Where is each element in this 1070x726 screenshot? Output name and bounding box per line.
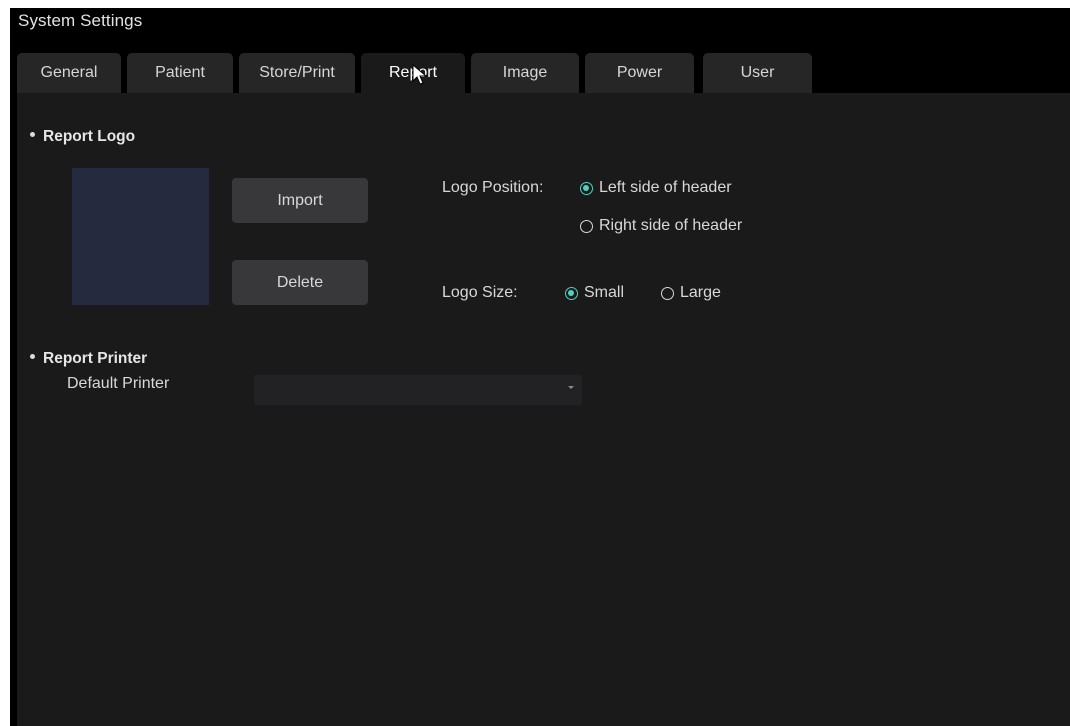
radio-size-large[interactable]: Large [661,284,721,302]
tab-user[interactable]: User [703,53,812,93]
radio-left-side-of-header[interactable]: Left side of header [580,179,732,197]
default-printer-label: Default Printer [67,375,170,392]
tab-power[interactable]: Power [585,53,694,93]
tab-image[interactable]: Image [471,53,579,93]
radio-checked-icon [580,181,593,195]
radio-label: Large [680,284,721,301]
chevron-down-icon [568,386,574,389]
radio-checked-icon [565,286,578,300]
bullet-icon [30,132,35,138]
delete-button[interactable]: Delete [232,260,368,305]
system-settings-window: System Settings General Patient Store/Pr… [10,8,1070,726]
report-printer-title: Report Printer [43,350,148,367]
report-printer-heading: Report Printer [30,350,147,368]
cursor-icon [412,64,428,85]
report-settings-panel: Report Logo Import Delete Logo Position:… [17,93,1070,726]
report-logo-heading: Report Logo [30,128,135,146]
logo-size-label: Logo Size: [442,284,518,301]
radio-unchecked-icon [661,286,674,300]
radio-label: Small [584,284,625,301]
radio-label: Left side of header [599,179,732,196]
radio-size-small[interactable]: Small [565,284,624,302]
logo-position-label: Logo Position: [442,179,544,196]
import-button[interactable]: Import [232,178,368,223]
logo-preview [72,168,209,305]
window-title: System Settings [18,11,143,30]
radio-unchecked-icon [580,219,593,233]
radio-right-side-of-header[interactable]: Right side of header [580,217,742,235]
report-logo-title: Report Logo [43,128,136,145]
bullet-icon [30,354,35,360]
tab-store-print[interactable]: Store/Print [239,53,355,93]
radio-label: Right side of header [599,217,743,234]
default-printer-select[interactable] [254,375,582,405]
tab-patient[interactable]: Patient [127,53,233,93]
tab-general[interactable]: General [17,53,121,93]
